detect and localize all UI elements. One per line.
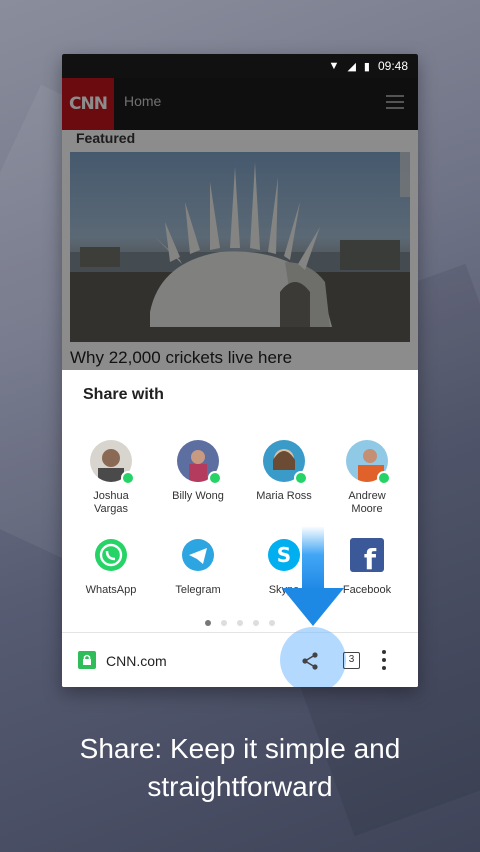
whatsapp-icon	[94, 538, 128, 572]
page-dot[interactable]	[253, 620, 259, 626]
app-label: WhatsApp	[85, 584, 137, 596]
share-app-telegram[interactable]: Telegram	[156, 534, 240, 597]
battery-icon: ▮	[363, 60, 370, 73]
whatsapp-badge-icon	[377, 471, 391, 485]
page-indicator	[62, 620, 418, 626]
contact-name: Joshua Vargas	[93, 490, 129, 515]
tab-switcher-button[interactable]: 3	[343, 652, 360, 669]
share-sheet-title: Share with	[83, 386, 164, 403]
facebook-icon: f	[350, 538, 384, 572]
phone-screen: ▼ ◢ ▮ 09:48 CNN Home Featured Why 22,000…	[62, 54, 418, 687]
whatsapp-badge-icon	[121, 471, 135, 485]
overflow-menu-icon[interactable]	[382, 650, 386, 670]
app-label: Telegram	[175, 584, 221, 596]
share-sheet: Share with Joshua Vargas Billy Wong Mari…	[62, 370, 418, 632]
contact-name: Andrew Moore	[348, 490, 386, 515]
share-icon[interactable]	[300, 651, 320, 671]
share-app-whatsapp[interactable]: WhatsApp	[69, 534, 153, 597]
svg-text:f: f	[364, 543, 377, 572]
tagline: Share: Keep it simple and straightforwar…	[79, 733, 401, 802]
status-bar: ▼ ◢ ▮ 09:48	[62, 54, 418, 78]
contact-name: Billy Wong	[172, 490, 224, 502]
lock-icon	[78, 651, 96, 669]
page-dot[interactable]	[205, 620, 211, 626]
url-text[interactable]: CNN.com	[106, 653, 167, 669]
page-dot[interactable]	[221, 620, 227, 626]
page-dot[interactable]	[237, 620, 243, 626]
telegram-icon	[181, 538, 215, 572]
signal-icon: ◢	[347, 60, 356, 73]
arrow-down-icon	[282, 526, 344, 626]
whatsapp-badge-icon	[294, 471, 308, 485]
scrim-overlay[interactable]	[62, 78, 418, 370]
whatsapp-badge-icon	[208, 471, 222, 485]
wifi-icon: ▼	[328, 60, 340, 72]
contact-andrew-moore[interactable]: Andrew Moore	[325, 440, 409, 516]
contact-name: Maria Ross	[256, 490, 312, 502]
browser-toolbar: CNN.com 3	[62, 627, 418, 687]
contact-maria-ross[interactable]: Maria Ross	[242, 440, 326, 503]
contact-joshua-vargas[interactable]: Joshua Vargas	[69, 440, 153, 516]
contact-billy-wong[interactable]: Billy Wong	[156, 440, 240, 503]
page-dot[interactable]	[269, 620, 275, 626]
status-time: 09:48	[377, 59, 408, 73]
